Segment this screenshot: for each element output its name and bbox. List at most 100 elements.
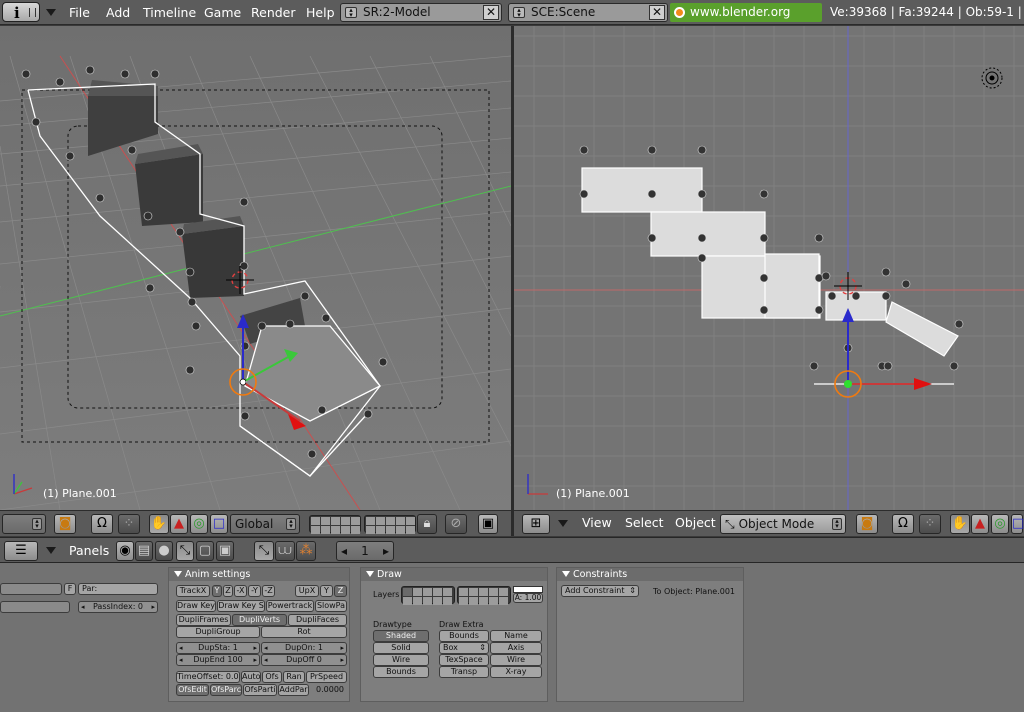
translate-manipulator-button[interactable]: ▲	[971, 514, 989, 534]
draw-axis-button[interactable]: Axis	[490, 642, 542, 654]
menu-render[interactable]: Render	[251, 5, 296, 20]
frame-number-field[interactable]: ◂ 1 ▸	[336, 541, 394, 561]
render-opengl-button[interactable]: ▣	[478, 514, 498, 534]
particles-sub-button[interactable]: ⁂	[296, 541, 316, 561]
rot-button[interactable]: Rot	[261, 626, 347, 638]
screen-browse-icon[interactable]: ▴ ▾	[345, 7, 357, 19]
bounds-type-select[interactable]: Box ⇕	[439, 642, 489, 654]
shading-context-button[interactable]: ●	[155, 541, 173, 561]
draw-bounds-button[interactable]: Bounds	[439, 630, 489, 642]
rotate-manipulator-button[interactable]: ◎	[991, 514, 1009, 534]
dupliverts-button[interactable]: DupliVerts	[232, 614, 287, 626]
ofsedit-button[interactable]: OfsEdit	[176, 684, 209, 696]
scale-manipulator-button[interactable]: □	[210, 514, 228, 534]
track-x-button[interactable]: TrackX	[176, 585, 210, 597]
front-ortho-scene[interactable]	[514, 26, 1024, 510]
frame-next-icon[interactable]: ▸	[383, 542, 389, 560]
menu-object[interactable]: Object	[675, 515, 716, 530]
render-preview-button[interactable]: ⊘	[445, 514, 467, 534]
ofs-button[interactable]: Ofs	[262, 671, 282, 683]
layers-grid-left[interactable]	[309, 515, 361, 534]
menu-view[interactable]: View	[582, 515, 612, 530]
dupliframes-button[interactable]: DupliFrames	[176, 614, 231, 626]
scale-manipulator-button[interactable]: □	[1011, 514, 1024, 534]
fake-user-button[interactable]: F	[64, 583, 76, 595]
powertrack-button[interactable]: Powertrack	[266, 600, 314, 612]
draw-type-selector[interactable]: ▴ ▾	[2, 514, 46, 534]
draw-type-button[interactable]: ◙	[856, 514, 878, 534]
track-neg-y-button[interactable]: -Y	[248, 585, 261, 597]
screen-selector[interactable]: ▴ ▾ SR:2-Model ✕	[340, 3, 502, 22]
menu-select[interactable]: Select	[625, 515, 664, 530]
dup-end-field[interactable]: DupEnd 100	[176, 654, 260, 666]
menu-file[interactable]: File	[69, 5, 90, 20]
drawtype-bounds-button[interactable]: Bounds	[373, 666, 429, 678]
object-context-button[interactable]: ⤡	[176, 541, 194, 561]
frame-prev-icon[interactable]: ◂	[341, 542, 347, 560]
alpha-field[interactable]: A: 1.00	[513, 593, 543, 603]
editor-type-button[interactable]: ⊞	[522, 514, 550, 534]
object-name-field[interactable]	[0, 583, 62, 595]
prspeed-button[interactable]: PrSpeed	[306, 671, 347, 683]
drawtype-solid-button[interactable]: Solid	[373, 642, 429, 654]
3d-viewport-front[interactable]: (1) Plane.001	[514, 26, 1024, 510]
up-z-button[interactable]: Z	[334, 585, 347, 597]
scene-delete-button[interactable]: ✕	[649, 5, 665, 20]
auto-button[interactable]: Auto	[241, 671, 261, 683]
proportional-button[interactable]: ⁘	[919, 514, 941, 534]
orientation-selector[interactable]: Global ▴ ▾	[230, 514, 300, 534]
script-context-button[interactable]: ▤	[135, 541, 153, 561]
dup-off-field[interactable]: DupOff 0	[261, 654, 347, 666]
track-y-button[interactable]: Y	[212, 585, 222, 597]
snap-button[interactable]: Ω	[892, 514, 914, 534]
info-window-type-button[interactable]: i	[2, 2, 40, 22]
menu-timeline[interactable]: Timeline	[143, 5, 196, 20]
ofsparti-button[interactable]: OfsParti	[243, 684, 277, 696]
track-z-button[interactable]: Z	[223, 585, 233, 597]
object-color-swatch[interactable]	[513, 586, 543, 593]
collapse-menu-icon[interactable]	[46, 547, 56, 554]
collapse-menu-icon[interactable]	[558, 520, 568, 527]
parent-field[interactable]: Par:	[78, 583, 158, 595]
screen-delete-button[interactable]: ✕	[483, 5, 499, 20]
time-offset-field[interactable]: TimeOffset: 0.00	[176, 671, 240, 683]
anim-settings-title[interactable]: Anim settings	[169, 568, 349, 581]
translate-manipulator-button[interactable]: ▲	[170, 514, 188, 534]
collapse-menu-icon[interactable]	[46, 9, 56, 16]
3d-viewport-perspective[interactable]: (1) Plane.001	[0, 26, 511, 510]
draw-texspace-button[interactable]: TexSpace	[439, 654, 489, 666]
slowpar-button[interactable]: SlowPa	[315, 600, 347, 612]
dup-sta-field[interactable]: DupSta: 1	[176, 642, 260, 654]
manipulator-toggle-button[interactable]: ✋	[149, 514, 169, 534]
menu-add[interactable]: Add	[106, 5, 130, 20]
ofsparc-button[interactable]: OfsParc	[210, 684, 242, 696]
ran-button[interactable]: Ran	[283, 671, 305, 683]
dupligroup-button[interactable]: DupliGroup	[176, 626, 260, 638]
editor-type-button[interactable]: ☰	[4, 541, 38, 561]
draw-transp-button[interactable]: Transp	[439, 666, 489, 678]
addpar-button[interactable]: AddPar	[278, 684, 309, 696]
draw-name-button[interactable]: Name	[490, 630, 542, 642]
draw-key-button[interactable]: Draw Key	[176, 600, 216, 612]
physics-sub-button[interactable]: ⩊	[275, 541, 295, 561]
track-neg-z-button[interactable]: -Z	[262, 585, 275, 597]
pivot-button[interactable]: ◙	[54, 514, 76, 534]
menu-help[interactable]: Help	[306, 5, 335, 20]
rotate-manipulator-button[interactable]: ◎	[190, 514, 208, 534]
proportional-button[interactable]: ⁘	[118, 514, 140, 534]
duplifaces-button[interactable]: DupliFaces	[288, 614, 347, 626]
draw-panel-title[interactable]: Draw	[361, 568, 547, 581]
object-layers-right[interactable]	[457, 586, 511, 605]
snap-button[interactable]: Ω	[91, 514, 113, 534]
pass-index-field[interactable]: PassIndex: 0	[78, 601, 158, 613]
manipulator-toggle-button[interactable]: ✋	[950, 514, 970, 534]
draw-key-sel-button[interactable]: Draw Key S	[217, 600, 265, 612]
logic-context-button[interactable]: ◉	[116, 541, 134, 561]
editing-context-button[interactable]: ▢	[196, 541, 214, 561]
object-sub-button[interactable]: ⤡	[254, 541, 274, 561]
scene-selector[interactable]: ▴ ▾ SCE:Scene ✕	[508, 3, 668, 22]
up-y-button[interactable]: Y	[320, 585, 333, 597]
perspective-scene[interactable]	[0, 26, 511, 510]
blender-url-link[interactable]: www.blender.org 249.2	[670, 3, 822, 38]
dup-on-field[interactable]: DupOn: 1	[261, 642, 347, 654]
